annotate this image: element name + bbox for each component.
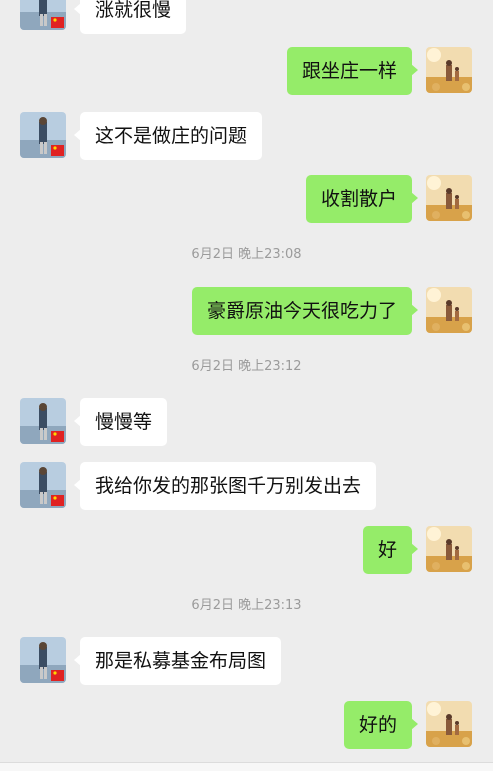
message-bubble-outgoing[interactable]: 豪爵原油今天很吃力了: [191, 287, 419, 335]
contact-avatar-image: [20, 398, 66, 444]
contact-avatar[interactable]: [20, 462, 66, 508]
contact-avatar[interactable]: [20, 112, 66, 158]
my-avatar-image: [426, 47, 472, 93]
message-bubble-outgoing[interactable]: 跟坐庄一样: [286, 47, 419, 95]
message-bubble-incoming[interactable]: 慢慢等: [73, 398, 168, 446]
my-avatar-image: [426, 526, 472, 572]
message-bubble-outgoing[interactable]: 好: [362, 526, 419, 574]
my-avatar-image: [426, 287, 472, 333]
message-bubble-incoming[interactable]: 涨就很慢: [73, 0, 187, 34]
message-bubble-incoming[interactable]: 这不是做庄的问题: [73, 112, 263, 160]
contact-avatar[interactable]: [20, 398, 66, 444]
my-avatar-image: [426, 175, 472, 221]
message-bubble-incoming[interactable]: 我给你发的那张图千万别发出去: [73, 462, 377, 510]
contact-avatar-image: [20, 637, 66, 683]
timestamp: 6月2日 晚上23:08: [191, 247, 302, 262]
contact-avatar[interactable]: [20, 637, 66, 683]
my-avatar[interactable]: [426, 175, 472, 221]
my-avatar[interactable]: [426, 47, 472, 93]
timestamp: 6月2日 晚上23:13: [191, 598, 302, 613]
contact-avatar-image: [20, 0, 66, 30]
my-avatar-image: [426, 701, 472, 747]
message-bubble-outgoing[interactable]: 收割散户: [305, 175, 419, 223]
timestamp: 6月2日 晚上23:12: [191, 359, 302, 374]
my-avatar[interactable]: [426, 526, 472, 572]
my-avatar[interactable]: [426, 287, 472, 333]
message-bubble-incoming[interactable]: 那是私募基金布局图: [73, 637, 282, 685]
contact-avatar-image: [20, 112, 66, 158]
contact-avatar[interactable]: [20, 0, 66, 30]
contact-avatar-image: [20, 462, 66, 508]
my-avatar[interactable]: [426, 701, 472, 747]
message-bubble-outgoing[interactable]: 好的: [343, 701, 419, 749]
